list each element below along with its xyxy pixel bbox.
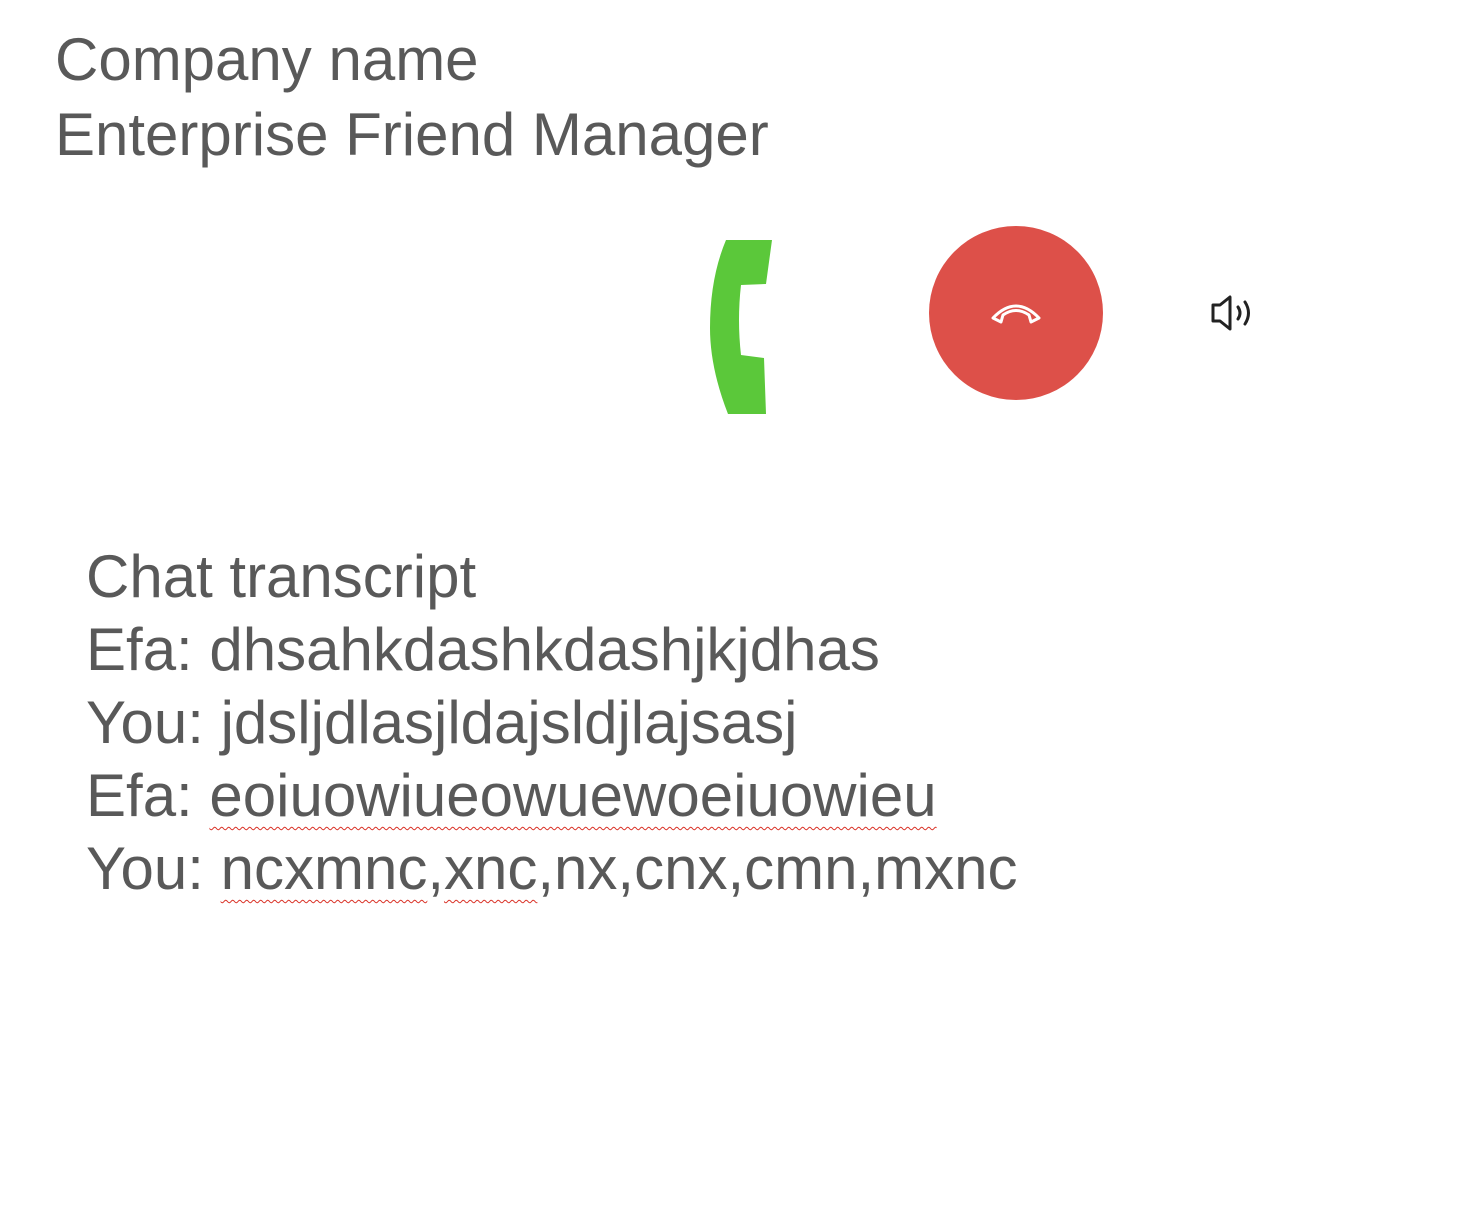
company-name: Company name (55, 26, 479, 93)
product-name: Enterprise Friend Manager (55, 101, 769, 168)
message-text: jdsljdlasjldajsldjlajsasj (220, 689, 798, 756)
speaker-icon (1211, 295, 1250, 331)
transcript-line: Efa: dhsahkdashkdashjkjdhas (86, 613, 1017, 686)
hang-up-icon (991, 304, 1041, 324)
page-header: Company name Enterprise Friend Manager (55, 22, 769, 172)
speaker-label: You: (86, 689, 204, 756)
message-text-part: , (427, 835, 444, 902)
message-text-part: ncxmnc (220, 835, 428, 902)
message-text: eoiuowiueowuewoeiuowieu (209, 762, 937, 829)
speaker-label: You: (86, 835, 204, 902)
end-call-button[interactable] (929, 226, 1103, 400)
chat-transcript: Chat transcript Efa: dhsahkdashkdashjkjd… (86, 540, 1017, 905)
transcript-line: You: jdsljdlasjldajsldjlajsasj (86, 686, 1017, 759)
transcript-line: You: ncxmnc,xnc,nx,cnx,cmn,mxnc (86, 832, 1017, 905)
message-text-part: xnc (443, 835, 538, 902)
transcript-title: Chat transcript (86, 543, 477, 610)
speaker-label: Efa: (86, 762, 193, 829)
speaker-button[interactable] (1208, 292, 1258, 334)
message-text: dhsahkdashkdashjkjdhas (209, 616, 880, 683)
accept-call-button[interactable] (708, 238, 778, 418)
transcript-line: Efa: eoiuowiueowuewoeiuowieu (86, 759, 1017, 832)
message-text-part: ,nx,cnx,cmn,mxnc (537, 835, 1018, 902)
phone-handset-icon (710, 240, 772, 414)
speaker-label: Efa: (86, 616, 193, 683)
